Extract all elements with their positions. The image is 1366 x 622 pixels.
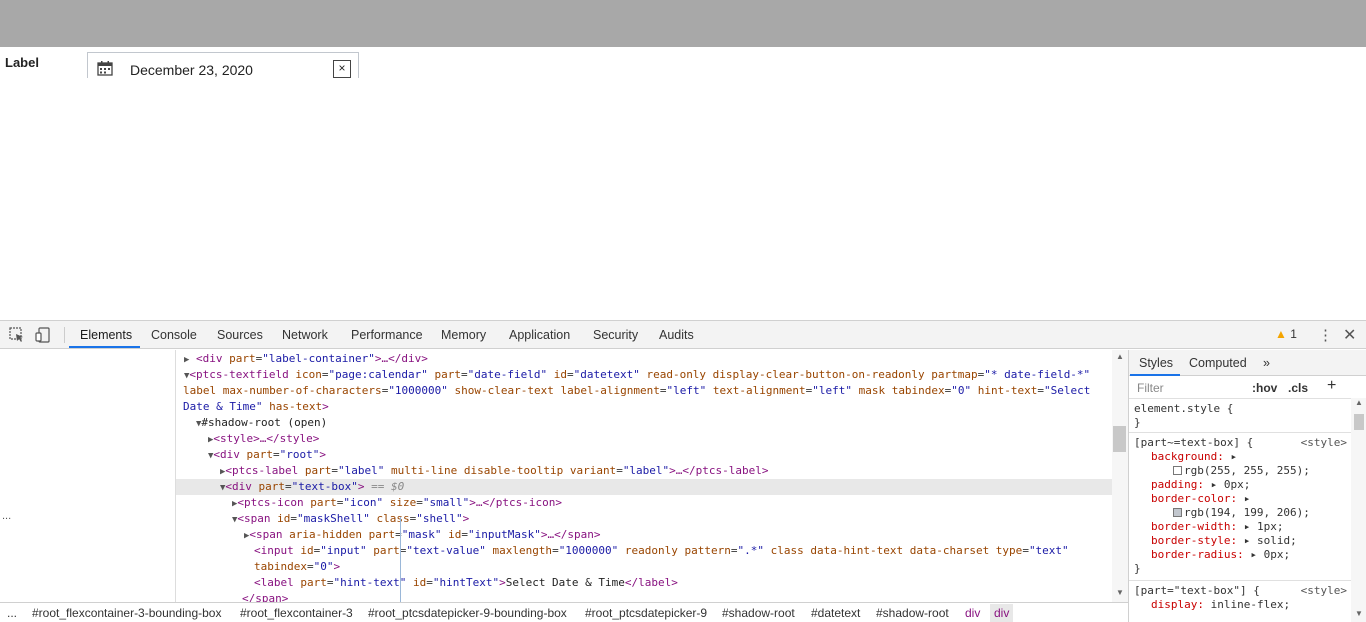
tree-line[interactable]: ▶<style>…</style>: [176, 431, 1112, 447]
divider: [1129, 580, 1351, 581]
tree-line[interactable]: <input id="input" part="text-value" maxl…: [176, 543, 1112, 559]
dom-breadcrumb: ... #root_flexcontainer-3-bounding-box #…: [0, 602, 1128, 622]
tab-styles[interactable]: Styles: [1139, 356, 1173, 370]
close-devtools-icon[interactable]: ✕: [1343, 325, 1356, 345]
color-swatch[interactable]: [1173, 508, 1182, 517]
tab-memory[interactable]: Memory: [441, 328, 486, 342]
css-rules[interactable]: element.style { } [part~=text-box] { <st…: [1129, 398, 1351, 622]
css-property[interactable]: padding: ▸ 0px;: [1151, 478, 1250, 492]
rule-selector[interactable]: [part~=text-box] {: [1134, 436, 1253, 450]
styles-scrollbar[interactable]: ▲ ▼: [1351, 398, 1366, 622]
rule-selector[interactable]: [part="text-box"] {: [1134, 584, 1260, 598]
tree-line[interactable]: Date & Time" has-text>: [176, 399, 1112, 415]
tree-line[interactable]: ▼<span id="maskShell" class="shell">: [176, 511, 1112, 527]
breadcrumb-item[interactable]: #root_ptcsdatepicker-9: [585, 606, 707, 620]
scrollbar-thumb[interactable]: [1113, 426, 1126, 452]
tree-line[interactable]: tabindex="0">: [176, 559, 1112, 575]
clear-button[interactable]: ×: [333, 60, 351, 78]
elements-scrollbar[interactable]: ▲ ▼: [1112, 350, 1128, 602]
styles-filter-input[interactable]: Filter: [1137, 381, 1164, 395]
tab-computed[interactable]: Computed: [1189, 356, 1247, 370]
tree-line[interactable]: ▼<ptcs-textfield icon="page:calendar" pa…: [176, 367, 1112, 383]
css-property[interactable]: border-radius: ▸ 0px;: [1151, 548, 1290, 562]
inspect-element-icon[interactable]: [9, 327, 25, 343]
class-toggle[interactable]: .cls: [1288, 381, 1308, 395]
scroll-down-icon[interactable]: ▼: [1116, 588, 1124, 597]
hover-state-toggle[interactable]: :hov: [1252, 381, 1277, 395]
color-swatch[interactable]: [1173, 466, 1182, 475]
devtools-toolbar: Elements Console Sources Network Perform…: [0, 321, 1366, 349]
styles-tabbar: Styles Computed »: [1129, 350, 1366, 376]
scroll-up-icon[interactable]: ▲: [1355, 398, 1363, 407]
tab-performance[interactable]: Performance: [351, 328, 423, 342]
css-value[interactable]: rgb(255, 255, 255);: [1173, 464, 1310, 478]
date-value: December 23, 2020: [130, 62, 253, 78]
tab-console[interactable]: Console: [151, 328, 197, 342]
css-property[interactable]: border-width: ▸ 1px;: [1151, 520, 1283, 534]
divider: [1129, 398, 1351, 399]
tree-line[interactable]: ▶<ptcs-label part="label" multi-line dis…: [176, 463, 1112, 479]
tree-line[interactable]: label max-number-of-characters="1000000"…: [176, 383, 1112, 399]
tab-network[interactable]: Network: [282, 328, 328, 342]
rule-origin-link[interactable]: <style>: [1301, 584, 1347, 598]
elements-gutter: ...: [0, 350, 176, 602]
devtools-panel: Elements Console Sources Network Perform…: [0, 320, 1366, 622]
styles-pane: Styles Computed » Filter :hov .cls + ele…: [1128, 350, 1366, 622]
elements-tree[interactable]: ▶ <div part="label-container">…</div> ▼<…: [176, 350, 1112, 602]
app-header-bar: [0, 0, 1366, 47]
breadcrumb-item[interactable]: #shadow-root: [876, 606, 949, 620]
subtree-guide-line: [400, 517, 401, 602]
breadcrumb-item-current[interactable]: div: [990, 604, 1014, 622]
tab-application[interactable]: Application: [509, 328, 570, 342]
tab-sources[interactable]: Sources: [217, 328, 263, 342]
css-value[interactable]: rgb(194, 199, 206);: [1173, 506, 1310, 520]
more-options-icon[interactable]: ⋮: [1318, 326, 1333, 344]
breadcrumb-item[interactable]: #root_flexcontainer-3: [240, 606, 353, 620]
tree-line[interactable]: ▶ <div part="label-container">…</div>: [176, 351, 1112, 367]
divider: [1129, 432, 1351, 433]
tree-line[interactable]: ▼#shadow-root (open): [176, 415, 1112, 431]
tree-line[interactable]: </span>: [176, 591, 1112, 602]
breadcrumb-item[interactable]: #datetext: [811, 606, 860, 620]
rule-close-brace: }: [1134, 416, 1141, 429]
breadcrumb-item[interactable]: #shadow-root: [722, 606, 795, 620]
rule-origin-link[interactable]: <style>: [1301, 436, 1347, 450]
scrollbar-thumb[interactable]: [1354, 414, 1364, 430]
tab-security[interactable]: Security: [593, 328, 638, 342]
breadcrumb-item[interactable]: #root_flexcontainer-3-bounding-box: [32, 606, 221, 620]
node-actions-icon[interactable]: ...: [2, 510, 11, 522]
tree-line[interactable]: ▶<span aria-hidden part="mask" id="input…: [176, 527, 1112, 543]
element-style-rule[interactable]: element.style {: [1134, 402, 1233, 416]
active-tab-indicator: [1130, 374, 1180, 376]
breadcrumb-item[interactable]: #root_ptcsdatepicker-9-bounding-box: [368, 606, 567, 620]
breadcrumb-item[interactable]: div: [965, 606, 980, 620]
warning-count: 1: [1290, 327, 1297, 341]
calendar-icon[interactable]: [97, 61, 113, 76]
scroll-up-icon[interactable]: ▲: [1116, 352, 1124, 361]
date-field[interactable]: December 23, 2020 ×: [87, 52, 359, 78]
warning-icon: ▲: [1275, 327, 1287, 341]
css-property[interactable]: border-color: ▸: [1151, 492, 1250, 506]
more-tabs-icon[interactable]: »: [1263, 356, 1270, 370]
rule-close-brace: }: [1134, 562, 1141, 575]
css-property[interactable]: display: inline-flex;: [1151, 598, 1290, 612]
tree-line[interactable]: <label part="hint-text" id="hintText">Se…: [176, 575, 1112, 591]
tab-audits[interactable]: Audits: [659, 328, 694, 342]
css-property[interactable]: border-style: ▸ solid;: [1151, 534, 1297, 548]
css-property[interactable]: background: ▸: [1151, 450, 1237, 464]
toolbar-separator: [64, 327, 65, 343]
device-toolbar-icon[interactable]: [35, 327, 51, 343]
tree-line[interactable]: ▼<div part="root">: [176, 447, 1112, 463]
warnings-counter[interactable]: ▲ 1: [1275, 327, 1297, 341]
tab-elements[interactable]: Elements: [80, 328, 132, 342]
tree-line[interactable]: ▶<ptcs-icon part="icon" size="small">…</…: [176, 495, 1112, 511]
tree-line-selected[interactable]: ▼<div part="text-box"> == $0: [176, 479, 1112, 495]
scroll-down-icon[interactable]: ▼: [1355, 609, 1363, 618]
breadcrumb-overflow[interactable]: ...: [7, 606, 17, 620]
date-field-label: Label: [5, 55, 39, 70]
expand-arrow-icon[interactable]: ▶: [184, 355, 189, 365]
new-rule-icon[interactable]: +: [1327, 377, 1336, 395]
selected-node-marker: == $0: [371, 480, 405, 493]
active-tab-indicator: [69, 346, 140, 348]
